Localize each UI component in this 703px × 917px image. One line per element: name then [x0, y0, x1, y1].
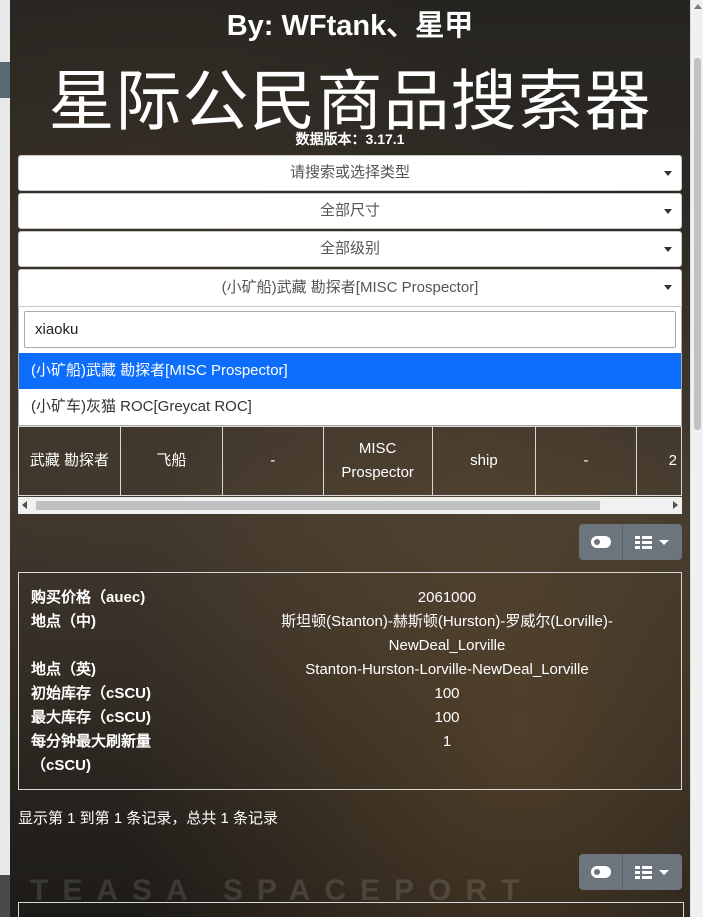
- scrollbar-thumb[interactable]: [694, 58, 701, 430]
- toggle-icon[interactable]: [591, 866, 611, 878]
- caret-down-icon: [664, 285, 672, 290]
- detail-key: 地点（英): [31, 661, 96, 678]
- caret-down-icon[interactable]: [659, 540, 669, 545]
- vertical-scrollbar[interactable]: [690, 0, 703, 917]
- table-cell: -: [221, 426, 324, 496]
- detail-key: 地点（中): [31, 613, 96, 630]
- detail-value: 2061000: [417, 589, 477, 606]
- toolbar-divider: [622, 524, 623, 560]
- view-toolbar: [579, 524, 682, 560]
- caret-down-icon: [664, 247, 672, 252]
- table-cell: ship: [431, 426, 537, 496]
- item-select[interactable]: (小矿船)武藏 勘探者[MISC Prospector]: [18, 269, 682, 307]
- toolbar-divider: [622, 854, 623, 890]
- grid-icon[interactable]: [635, 536, 652, 549]
- scroll-up-icon[interactable]: [694, 4, 702, 9]
- grade-select-value: 全部级别: [319, 240, 380, 257]
- table-cell: -: [535, 426, 637, 496]
- horizontal-scrollbar[interactable]: [18, 497, 682, 514]
- dropdown-option[interactable]: (小矿车)灰猫 ROC[Greycat ROC]: [19, 389, 681, 425]
- grade-select[interactable]: 全部级别: [18, 231, 682, 267]
- scroll-left-icon[interactable]: [22, 501, 27, 509]
- size-select-value: 全部尺寸: [319, 202, 380, 219]
- grid-icon[interactable]: [635, 866, 652, 879]
- pagination-summary: 显示第 1 到第 1 条记录，总共 1 条记录: [18, 810, 279, 827]
- item-dropdown: xiaoku (小矿船)武藏 勘探者[MISC Prospector] (小矿车…: [18, 307, 682, 426]
- detail-value: 1: [442, 733, 452, 750]
- scroll-right-icon[interactable]: [673, 501, 678, 509]
- dropdown-option[interactable]: (小矿船)武藏 勘探者[MISC Prospector]: [19, 353, 681, 389]
- detail-value: Stanton-Hurston-Lorville-NewDeal_Lorvill…: [305, 661, 589, 678]
- table-cell: 武藏 勘探者: [18, 426, 121, 496]
- results-table: 武藏 勘探者 飞船 - MISC Prospector ship - 2: [18, 426, 682, 496]
- background-window-image: [0, 62, 10, 98]
- app-window: TEASA SPACEPORT By: WFtank、星甲 星际公民商品搜索器 …: [10, 0, 690, 917]
- table-cell: MISC Prospector: [322, 426, 433, 496]
- detail-key: 最大库存（cSCU): [31, 709, 152, 726]
- detail-key: 初始库存（cSCU): [31, 685, 152, 702]
- detail-value: 斯坦顿(Stanton)-赫斯顿(Hurston)-罗威尔(Lorville)-…: [281, 613, 613, 654]
- detail-card: 购买价格（auec) 2061000 地点（中) 斯坦顿(Stanton)-赫斯…: [18, 572, 682, 790]
- table-cell: 2: [635, 426, 682, 496]
- detail-value: 100: [434, 709, 460, 726]
- toggle-icon[interactable]: [591, 536, 611, 548]
- background-window-footer: [0, 875, 10, 917]
- item-select-value: (小矿船)武藏 勘探者[MISC Prospector]: [221, 279, 479, 296]
- detail-value: 100: [434, 685, 460, 702]
- data-version: 数据版本：3.17.1: [295, 131, 405, 147]
- type-select[interactable]: 请搜索或选择类型: [18, 155, 682, 191]
- type-select-placeholder: 请搜索或选择类型: [289, 164, 410, 181]
- author-byline: By: WFtank、星甲: [226, 10, 474, 42]
- detail-card-secondary: [18, 902, 684, 917]
- caret-down-icon[interactable]: [659, 870, 669, 875]
- view-toolbar-secondary: [579, 854, 682, 890]
- scrollbar-thumb[interactable]: [36, 501, 600, 510]
- caret-down-icon: [664, 171, 672, 176]
- size-select[interactable]: 全部尺寸: [18, 193, 682, 229]
- detail-key: 每分钟最大刷新量（cSCU): [31, 733, 152, 774]
- table-cell: 飞船: [119, 426, 223, 496]
- table-row[interactable]: 武藏 勘探者 飞船 - MISC Prospector ship - 2: [18, 426, 682, 496]
- detail-key: 购买价格（auec): [31, 589, 146, 606]
- caret-down-icon: [664, 209, 672, 214]
- dropdown-search-input[interactable]: xiaoku: [24, 311, 676, 348]
